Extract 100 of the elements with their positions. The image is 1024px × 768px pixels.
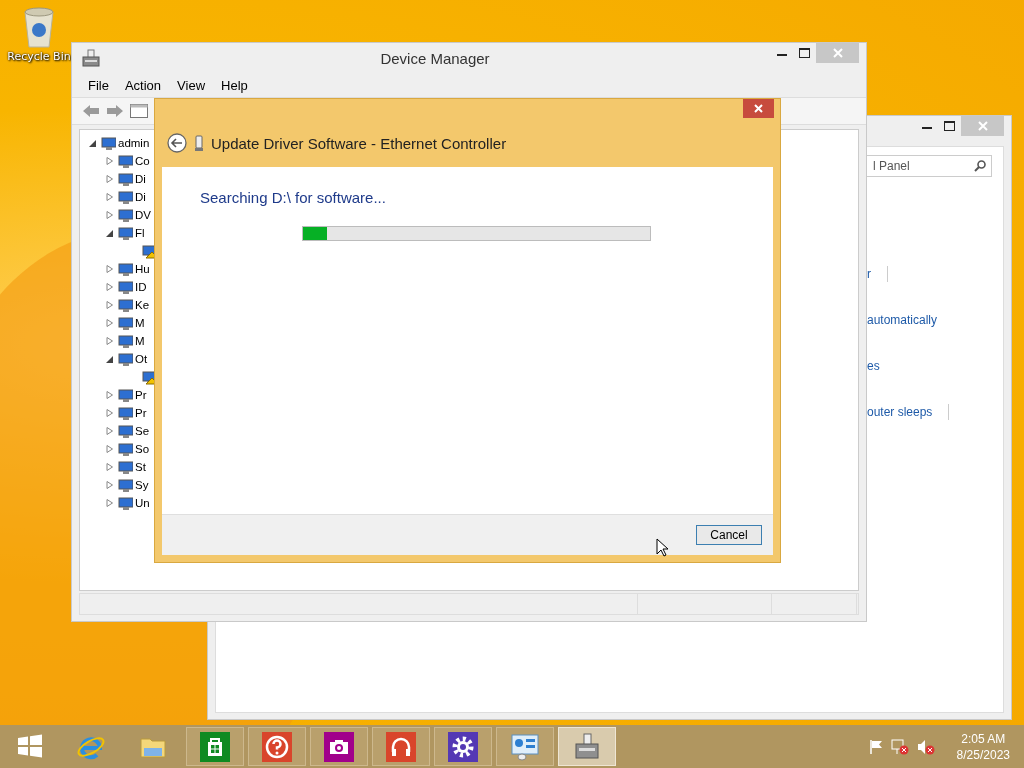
link[interactable]: outer sleeps xyxy=(867,405,933,419)
tree-item[interactable]: Co xyxy=(135,155,150,167)
mouse-cursor-icon xyxy=(656,538,668,557)
collapsed-arrow-icon[interactable] xyxy=(106,481,113,489)
tree-item[interactable]: M xyxy=(135,317,145,329)
close-icon xyxy=(832,48,843,58)
collapsed-arrow-icon[interactable] xyxy=(106,175,113,183)
tree-item[interactable]: DV xyxy=(135,209,151,221)
tree-item[interactable]: Di xyxy=(135,173,146,185)
device-icon xyxy=(118,279,133,295)
tree-item[interactable]: Di xyxy=(135,191,146,203)
tree-item[interactable]: Ot xyxy=(135,353,148,365)
window-title: Device Manager xyxy=(379,49,491,67)
taskbar-button[interactable] xyxy=(186,727,244,766)
device-icon xyxy=(118,477,133,493)
tree-item[interactable]: Se xyxy=(135,425,150,437)
menu-item[interactable]: Action xyxy=(116,77,170,93)
collapsed-arrow-icon[interactable] xyxy=(106,265,113,273)
taskbar-button[interactable] xyxy=(496,727,554,766)
device-icon xyxy=(118,261,133,277)
taskbar-button[interactable] xyxy=(310,727,368,766)
tree-item[interactable]: Fl xyxy=(135,227,145,239)
link[interactable]: automatically xyxy=(867,313,938,327)
cancel-button[interactable]: Cancel xyxy=(696,525,762,545)
device-icon xyxy=(118,351,133,367)
collapsed-arrow-icon[interactable] xyxy=(106,301,113,309)
settings-icon xyxy=(448,731,478,762)
status-heading: Searching D:\ for software... xyxy=(200,189,387,206)
device-icon xyxy=(118,171,133,187)
device-icon xyxy=(118,207,133,223)
tree-item[interactable]: Ke xyxy=(135,299,150,311)
device-icon xyxy=(118,315,133,331)
device-icon xyxy=(118,423,133,439)
close-icon xyxy=(754,104,763,113)
device-icon xyxy=(101,135,116,151)
tree-item[interactable]: M xyxy=(135,335,145,347)
camera-icon xyxy=(324,731,354,762)
collapsed-arrow-icon[interactable] xyxy=(106,463,113,471)
collapsed-arrow-icon[interactable] xyxy=(106,337,113,345)
speaker-muted-icon[interactable] xyxy=(916,738,935,755)
device-icon xyxy=(118,225,133,241)
control-panel-icon xyxy=(510,731,540,762)
device-icon xyxy=(118,189,133,205)
expanded-arrow-icon[interactable] xyxy=(89,139,96,147)
taskbar-button[interactable] xyxy=(434,727,492,766)
link[interactable]: r xyxy=(867,267,871,281)
tree-item[interactable]: So xyxy=(135,443,150,455)
device-icon xyxy=(118,405,133,421)
device-icon xyxy=(118,297,133,313)
device-manager-icon xyxy=(572,731,602,762)
close-button[interactable] xyxy=(743,99,774,118)
collapsed-arrow-icon[interactable] xyxy=(106,391,113,399)
link[interactable]: es xyxy=(867,359,880,373)
help-icon xyxy=(262,731,292,762)
recycle-bin-icon xyxy=(22,6,56,48)
device-icon xyxy=(118,387,133,403)
back-arrow-icon[interactable] xyxy=(82,104,100,118)
maximize-icon xyxy=(944,121,955,131)
properties-icon[interactable] xyxy=(130,104,148,118)
expanded-arrow-icon[interactable] xyxy=(106,355,113,363)
menu-item[interactable]: Help xyxy=(213,77,256,93)
headphones-icon xyxy=(386,731,416,762)
collapsed-arrow-icon[interactable] xyxy=(106,409,113,417)
expanded-arrow-icon[interactable] xyxy=(106,229,113,237)
collapsed-arrow-icon[interactable] xyxy=(106,211,113,219)
device-icon xyxy=(118,495,133,511)
collapsed-arrow-icon[interactable] xyxy=(106,427,113,435)
device-icon xyxy=(118,333,133,349)
device-icon xyxy=(118,441,133,457)
menu-item[interactable]: File xyxy=(80,77,117,93)
maximize-icon xyxy=(799,48,810,58)
tree-item[interactable]: Pr xyxy=(135,407,147,419)
tree-item[interactable]: Sy xyxy=(135,479,149,491)
menu-item[interactable]: View xyxy=(169,77,214,93)
store-icon xyxy=(200,731,230,762)
search-icon xyxy=(974,160,986,172)
tree-item[interactable]: St xyxy=(135,461,146,473)
collapsed-arrow-icon[interactable] xyxy=(106,157,113,165)
taskbar-button[interactable] xyxy=(372,727,430,766)
device-icon xyxy=(118,153,133,169)
collapsed-arrow-icon[interactable] xyxy=(106,319,113,327)
tree-item[interactable]: Hu xyxy=(135,263,150,275)
tree-item[interactable]: Un xyxy=(135,497,150,509)
tree-item[interactable]: admin xyxy=(118,137,150,149)
network-error-icon[interactable] xyxy=(890,738,909,755)
back-button-icon[interactable] xyxy=(167,133,187,153)
connector-icon xyxy=(195,135,203,151)
device-icon xyxy=(118,459,133,475)
dialog-title: Update Driver Software - Ethernet Controller xyxy=(211,134,507,152)
forward-arrow-icon[interactable] xyxy=(106,104,124,118)
tree-item[interactable]: ID xyxy=(135,281,147,293)
tree-item[interactable]: Pr xyxy=(135,389,147,401)
search-field[interactable]: l Panel xyxy=(866,155,992,177)
collapsed-arrow-icon[interactable] xyxy=(106,193,113,201)
collapsed-arrow-icon[interactable] xyxy=(106,283,113,291)
device-manager-icon xyxy=(82,49,100,67)
taskbar-button[interactable] xyxy=(248,727,306,766)
collapsed-arrow-icon[interactable] xyxy=(106,499,113,507)
collapsed-arrow-icon[interactable] xyxy=(106,445,113,453)
flag-icon[interactable] xyxy=(868,738,883,755)
